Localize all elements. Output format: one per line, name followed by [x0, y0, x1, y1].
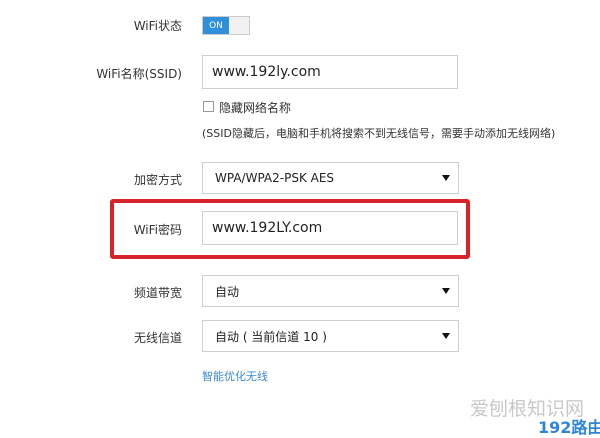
channel-select[interactable]: 自动 ( 当前信道 10 ) [202, 320, 459, 352]
encryption-select-value: WPA/WPA2-PSK AES [215, 171, 335, 185]
encryption-label: 加密方式 [133, 173, 182, 187]
password-label: WiFi密码 [133, 223, 182, 237]
bandwidth-select-value: 自动 [215, 284, 240, 299]
bandwidth-label: 频道带宽 [133, 286, 182, 300]
hide-network-label[interactable]: 隐藏网络名称 [219, 99, 291, 116]
hide-network-hint: (SSID隐藏后，电脑和手机将搜索不到无线信号，需要手动添加无线网络) [202, 127, 556, 140]
encryption-select[interactable]: WPA/WPA2-PSK AES [202, 162, 459, 194]
toggle-on-indicator: ON [203, 17, 229, 34]
smart-optimize-link[interactable]: 智能优化无线 [202, 368, 268, 384]
bandwidth-select[interactable]: 自动 [202, 275, 459, 307]
chevron-down-icon [442, 333, 450, 339]
ssid-input[interactable]: www.192ly.com [202, 55, 458, 89]
ssid-input-value: www.192ly.com [212, 64, 321, 80]
channel-select-value: 自动 ( 当前信道 10 ) [215, 329, 327, 344]
password-input[interactable]: www.192LY.com [202, 211, 458, 245]
watermark-subtext: 192路由网 [538, 418, 600, 437]
wifi-status-toggle[interactable]: ON [202, 16, 250, 35]
wifi-status-label: WiFi状态 [133, 19, 182, 33]
password-input-value: www.192LY.com [212, 220, 323, 236]
channel-label: 无线信道 [133, 331, 182, 345]
chevron-down-icon [442, 288, 450, 294]
chevron-down-icon [442, 175, 450, 181]
hide-network-checkbox[interactable] [203, 101, 214, 112]
ssid-label: WiFi名称(SSID) [96, 67, 182, 81]
